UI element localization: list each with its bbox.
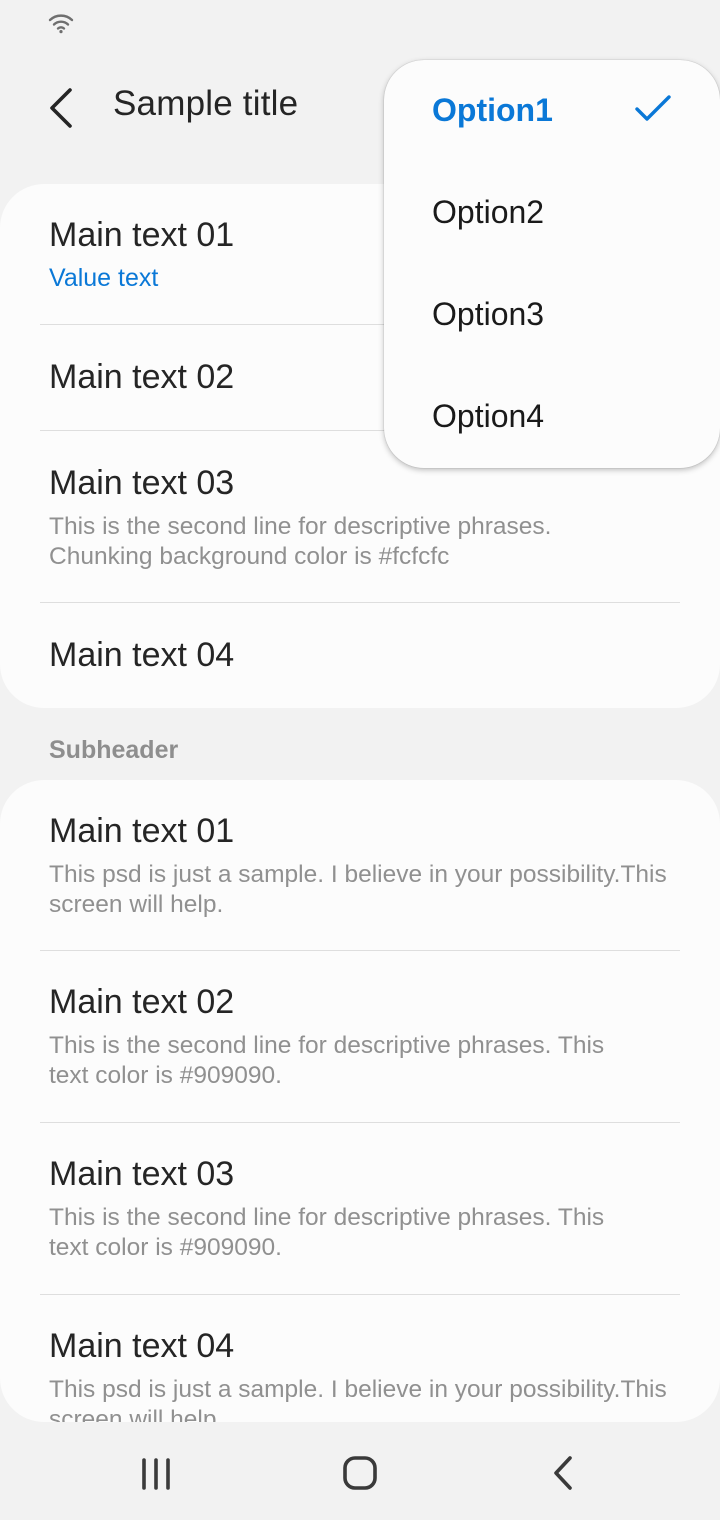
- option-1[interactable]: Option1: [384, 60, 720, 162]
- list-item-sub-text: This is the second line for descriptive …: [49, 513, 552, 570]
- page-title: Sample title: [113, 84, 299, 123]
- back-arrow-icon[interactable]: [38, 78, 88, 134]
- list-item-main-text: Main text 01: [49, 812, 235, 850]
- list-item-main-text: Main text 02: [49, 358, 235, 396]
- list-item-main-text: Main text 04: [49, 636, 235, 674]
- subheader: Subheader: [49, 736, 179, 764]
- option-label: Option1: [432, 92, 553, 128]
- status-bar: [0, 0, 720, 46]
- option-3[interactable]: Option3: [384, 264, 720, 366]
- nav-back-icon[interactable]: [534, 1452, 594, 1496]
- list-item[interactable]: Main text 03 This is the second line for…: [0, 1123, 720, 1294]
- list-item[interactable]: Main text 04: [0, 603, 720, 708]
- recent-apps-icon[interactable]: [128, 1452, 188, 1496]
- list-item-sub-text: This is the second line for descriptive …: [49, 1032, 605, 1089]
- screen: Sample title Main text 01 Value text Mai…: [0, 0, 720, 1520]
- settings-card-2: Main text 01 This psd is just a sample. …: [0, 780, 720, 1422]
- option-2[interactable]: Option2: [384, 162, 720, 264]
- list-item-main-text: Main text 02: [49, 983, 235, 1021]
- list-item-sub-text: This is the second line for descriptive …: [49, 1204, 605, 1261]
- list-item-sub-text: This psd is just a sample. I believe in …: [49, 861, 667, 918]
- list-item-main-text: Main text 03: [49, 1155, 235, 1193]
- option-label: Option3: [432, 296, 545, 332]
- option-4[interactable]: Option4: [384, 366, 720, 468]
- home-icon[interactable]: [330, 1452, 390, 1496]
- check-icon: [635, 95, 671, 121]
- option-label: Option2: [432, 194, 545, 230]
- list-item[interactable]: Main text 01 This psd is just a sample. …: [0, 780, 720, 950]
- dropdown-popup: Option1 Option2 Option3 Option4: [384, 60, 720, 468]
- list-item-main-text: Main text 03: [49, 464, 235, 502]
- list-item-main-text: Main text 01: [49, 216, 235, 254]
- list-item-main-text: Main text 04: [49, 1327, 235, 1365]
- wifi-icon: [48, 14, 74, 34]
- list-item[interactable]: Main text 02 This is the second line for…: [0, 951, 720, 1122]
- list-item[interactable]: Main text 04 This psd is just a sample. …: [0, 1295, 720, 1422]
- list-item-sub-text: This psd is just a sample. I believe in …: [49, 1376, 667, 1422]
- option-label: Option4: [432, 398, 545, 434]
- navigation-bar: [0, 1430, 720, 1520]
- list-item-value-text: Value text: [49, 264, 159, 292]
